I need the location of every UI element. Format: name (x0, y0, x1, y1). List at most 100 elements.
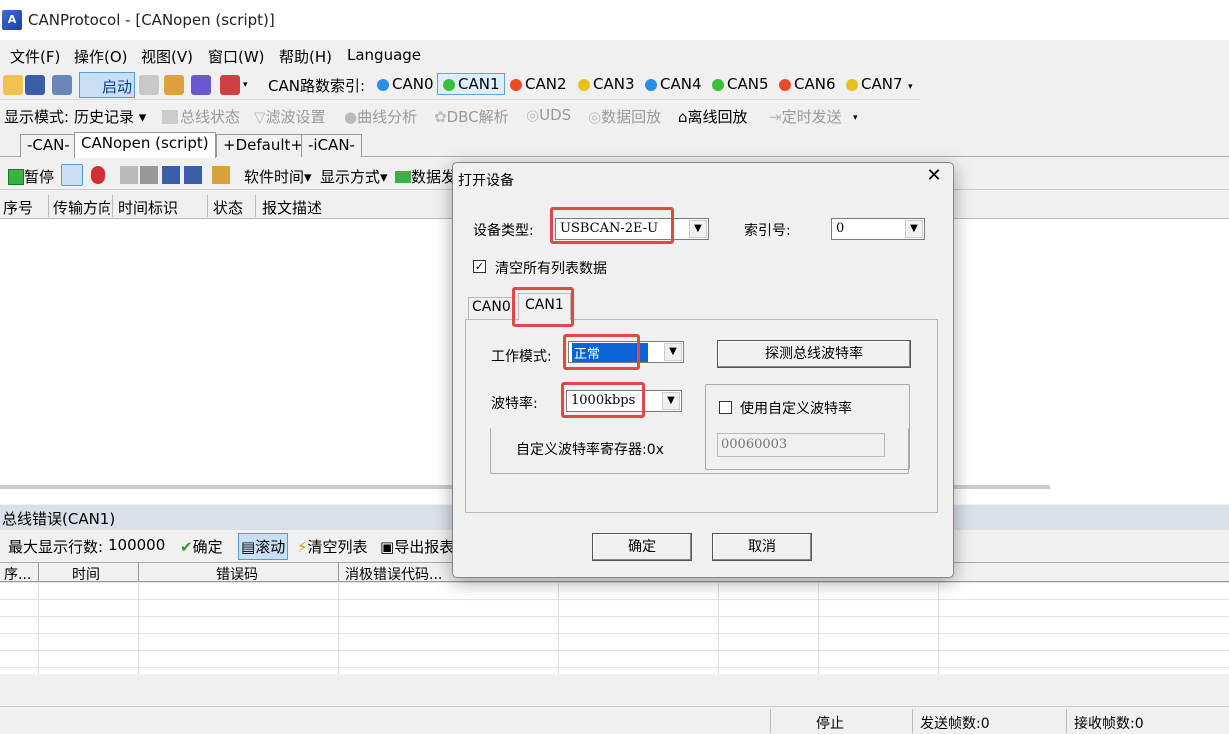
can1-channel[interactable]: CAN1 (437, 73, 505, 95)
can5-channel[interactable]: CAN5 (711, 75, 769, 93)
settings-icon[interactable] (164, 75, 184, 95)
dialog-title: 打开设备 (458, 173, 514, 189)
detect-baud-button[interactable]: 探测总线波特率 (717, 340, 911, 368)
can0-channel[interactable]: CAN0 (376, 75, 434, 93)
clear-list-button[interactable]: ⚡清空列表 (297, 536, 368, 557)
start-button[interactable]: 启动 (79, 72, 135, 98)
col-timestamp[interactable]: 时间标识 (118, 197, 178, 218)
col-status[interactable]: 状态 (213, 197, 243, 218)
status-sent: 发送帧数:0 (920, 716, 990, 732)
toolbar-overflow-icon[interactable]: ▾ (908, 82, 913, 92)
save-as-icon[interactable] (184, 166, 202, 184)
save-icon[interactable] (162, 166, 180, 184)
clear-data-checkbox[interactable]: ✓ (473, 260, 486, 273)
tab-default[interactable]: +Default+ (216, 134, 310, 157)
scroll-icon: ▤ (241, 538, 256, 556)
custom-register-label: 自定义波特率寄存器:0x (516, 442, 664, 458)
err-col-passive[interactable]: 消极错误代码... (345, 564, 442, 584)
toolbar-overflow-icon[interactable]: ▾ (243, 80, 248, 90)
can2-channel[interactable]: CAN2 (509, 75, 567, 93)
find-icon[interactable] (140, 166, 158, 184)
menu-help[interactable]: 帮助(H) (279, 46, 332, 67)
menu-view[interactable]: 视图(V) (141, 46, 193, 67)
col-description[interactable]: 报文描述 (262, 197, 322, 218)
menu-window[interactable]: 窗口(W) (208, 46, 265, 67)
broom-icon: ⚡ (297, 538, 308, 556)
col-index[interactable]: 序号 (3, 197, 33, 218)
can1-tab-highlight (512, 287, 574, 327)
can3-channel[interactable]: CAN3 (577, 75, 635, 93)
status-state: 停止 (816, 716, 844, 732)
uds-icon: ◎ (526, 106, 540, 124)
package-icon[interactable] (212, 166, 230, 184)
floppy-icon: ▣ (380, 538, 395, 556)
display-mode-select[interactable]: 历史记录 ▾ (74, 106, 146, 127)
can4-dot-icon (645, 79, 657, 91)
can4-channel[interactable]: CAN4 (644, 75, 702, 93)
curve-analysis-button[interactable]: ●曲线分析 (344, 106, 417, 127)
bus-error-grid-body[interactable] (0, 582, 1229, 674)
pause-button[interactable]: 暂停 (8, 166, 54, 187)
book-icon[interactable] (191, 75, 211, 95)
tab-canopen-script[interactable]: CANopen (script) (74, 132, 216, 158)
tab-can[interactable]: -CAN- (20, 134, 77, 157)
custom-baud-checkbox[interactable] (719, 401, 732, 414)
copy-icon[interactable] (120, 166, 138, 184)
baud-label: 波特率: (491, 396, 538, 412)
cancel-button[interactable]: 取消 (712, 533, 812, 561)
confirm-button[interactable]: ✔确定 (180, 536, 223, 557)
chevron-down-icon: ▼ (664, 343, 682, 361)
timed-send-button[interactable]: ⇥定时发送 (769, 106, 842, 127)
dbc-parse-button[interactable]: ✿DBC解析 (434, 106, 509, 127)
scroll-toggle[interactable]: ▤滚动 (238, 533, 289, 560)
software-time-select[interactable]: 软件时间▾ (244, 166, 312, 187)
err-col-time[interactable]: 时间 (72, 564, 100, 584)
work-mode-label: 工作模式: (491, 349, 552, 365)
export-report-button[interactable]: ▣导出报表 (380, 536, 454, 557)
chevron-down-icon: ▼ (905, 220, 923, 238)
tab-can0[interactable]: CAN0 (468, 297, 515, 319)
filter-icon: ▽ (254, 108, 266, 126)
data-replay-button[interactable]: ◎数据回放 (588, 106, 661, 127)
bus-status-icon (162, 110, 178, 124)
status-received: 接收帧数:0 (1074, 716, 1144, 732)
can7-dot-icon (846, 79, 858, 91)
offline-replay-icon: ⌂ (678, 108, 688, 126)
menu-language[interactable]: Language (347, 46, 421, 64)
close-icon[interactable]: ✕ (925, 167, 943, 185)
toolbar-overflow-icon[interactable]: ▾ (853, 113, 858, 123)
menu-file[interactable]: 文件(F) (10, 46, 60, 67)
offline-replay-button[interactable]: ⌂离线回放 (678, 106, 748, 127)
custom-register-input[interactable]: 00060003 (717, 433, 885, 457)
chevron-down-icon: ▼ (662, 392, 680, 410)
bus-status-button[interactable]: 总线状态 (162, 106, 240, 127)
device-icon[interactable] (139, 75, 159, 95)
can7-channel[interactable]: CAN7 (845, 75, 903, 93)
col-direction[interactable]: 传输方向 (53, 197, 110, 218)
max-rows-input[interactable]: 100000 (108, 536, 165, 554)
display-method-select[interactable]: 显示方式▾ (320, 166, 388, 187)
can6-channel[interactable]: CAN6 (778, 75, 836, 93)
tab-ican[interactable]: -iCAN- (301, 134, 362, 157)
open-folder-icon[interactable] (3, 75, 23, 95)
menu-operation[interactable]: 操作(O) (74, 46, 128, 67)
err-col-code[interactable]: 错误码 (216, 564, 258, 584)
save-icon[interactable] (25, 75, 45, 95)
record-icon[interactable] (91, 166, 105, 184)
ok-button[interactable]: 确定 (592, 533, 692, 561)
uds-button[interactable]: ◎UDS (526, 106, 571, 124)
can5-dot-icon (712, 79, 724, 91)
index-select[interactable]: 0 ▼ (831, 218, 925, 240)
index-value: 0 (836, 221, 845, 236)
start-label: 启动 (102, 78, 133, 96)
menu-bar: 文件(F) 操作(O) 视图(V) 窗口(W) 帮助(H) Language (0, 40, 1229, 68)
tool-icon[interactable] (220, 75, 240, 95)
data-send-button[interactable]: 数据发 (395, 166, 456, 187)
channel-settings-panel: 工作模式: 正常 ▼ 探测总线波特率 波特率: 1000kbps ▼ 使用自定义… (465, 319, 938, 513)
connect-icon[interactable] (52, 75, 72, 95)
globe-icon[interactable] (61, 164, 83, 186)
filter-settings-button[interactable]: ▽滤波设置 (254, 106, 326, 127)
status-bar: 停止 发送帧数:0 接收帧数:0 (0, 706, 1229, 734)
can3-dot-icon (578, 79, 590, 91)
err-col-index[interactable]: 序... (4, 564, 31, 584)
